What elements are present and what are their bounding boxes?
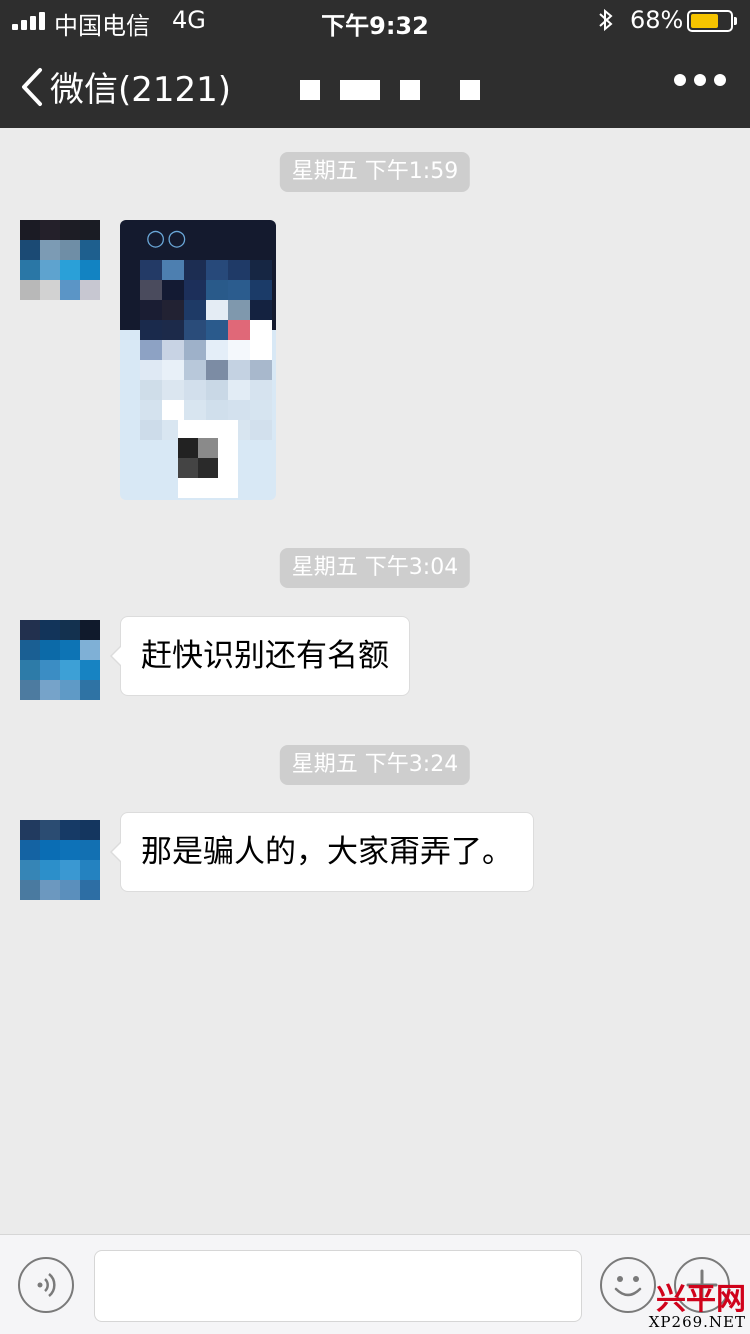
timestamp: 星期五 下午1:59 [279,152,471,192]
back-button[interactable]: 微信(2121) [18,62,231,111]
status-bar: 中国电信 4G 下午9:32 68% [0,0,750,40]
battery-icon [687,10,737,32]
back-label: 微信(2121) [50,70,232,110]
voice-icon [37,1273,56,1297]
avatar[interactable] [20,620,100,700]
emoji-button[interactable] [600,1257,656,1313]
bluetooth-icon [599,8,613,32]
watermark-site: XP269.NET [648,1313,746,1331]
input-bar: 兴平网 XP269.NET [0,1234,750,1334]
battery-fill [691,14,718,28]
site-watermark: 兴平网 XP269.NET [649,1285,746,1330]
message-bubble[interactable]: 那是骗人的，大家甭弄了。 [110,812,534,892]
avatar[interactable] [20,220,100,300]
top-bar: 中国电信 4G 下午9:32 68% 微信(2121) [0,0,750,128]
voice-button[interactable] [18,1257,74,1313]
message-input[interactable] [94,1250,582,1322]
battery-percent: 68% [630,6,684,34]
qr-code [178,420,238,498]
pixelated-image [140,260,272,440]
image-message[interactable]: ○○ [120,220,276,500]
watermark-logo: 兴平网 [656,1282,746,1317]
chevron-left-icon [22,67,42,106]
timestamp: 星期五 下午3:24 [279,745,471,785]
more-button[interactable] [674,74,726,86]
timestamp: 星期五 下午3:04 [279,548,471,588]
more-icon [674,74,686,86]
avatar[interactable] [20,820,100,900]
emoji-icon [614,1276,642,1297]
nav-bar: 微信(2121) [0,40,750,128]
message-bubble[interactable]: 赶快识别还有名额 [110,616,410,696]
logo-icon: ○○ [146,226,189,251]
chat-title-redacted [300,80,490,100]
